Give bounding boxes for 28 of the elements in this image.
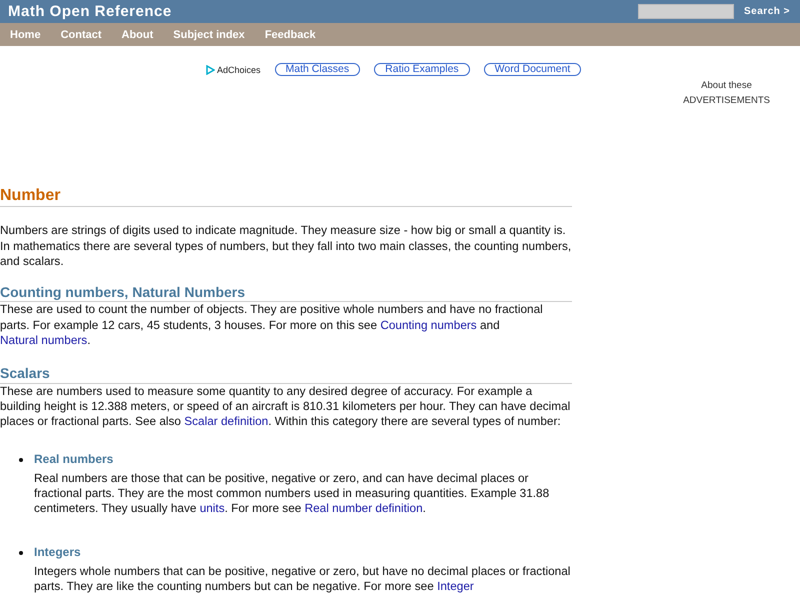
paragraph: Numbers are strings of digits used to indicate magnitude. They measure size - how big or small a quantity is. In mathematics there are several types of numbers, but they fall into two main classes, the counting numbers, and scalars. xyxy=(0,223,572,270)
paragraph: These are numbers used to measure some quantity to any desired degree of accuracy. For example a building height is 12.388 meters, or speed of an aircraft is 810.31 kilometers per hour. They can have decimal places or fractional parts. See also Scalar definition. Within this category there are several types of number: xyxy=(0,384,572,430)
site-title: Math Open Reference xyxy=(8,3,172,20)
text-link[interactable]: Natural numbers xyxy=(0,333,88,348)
item-heading: Real numbers xyxy=(34,452,114,467)
adchoices-icon[interactable] xyxy=(206,64,215,74)
advertisements-label: ADVERTISEMENTS xyxy=(683,95,770,106)
page-heading: Number xyxy=(0,188,572,208)
paragraph: Real numbers are those that can be positive, negative or zero, and can have decimal places or fractional parts. They are the most common numbers used in measuring quantities. Example 31.88 centimeters. They usually have units. For more see Real number definition. xyxy=(34,470,550,517)
text-link[interactable]: Integer xyxy=(437,579,474,594)
text-link[interactable]: units xyxy=(200,501,225,516)
bullet xyxy=(19,550,23,555)
bullet xyxy=(19,458,23,462)
search-field[interactable] xyxy=(638,4,734,19)
paragraph: These are used to count the number of objects. They are positive whole numbers and have no fractional parts. For example 12 cars, 45 students, 3 houses. For more on this see Counting numbers and Natural numbers. xyxy=(0,302,544,348)
paragraph: Integers whole numbers that can be positive, negative or zero, but have no decimal places or fractional parts. They are like the counting numbers but can be negative. For more see Integer xyxy=(34,564,572,595)
adchoices-label[interactable]: AdChoices xyxy=(217,64,261,74)
text-link[interactable]: Real number definition xyxy=(304,501,423,516)
ad-link[interactable]: Ratio Examples xyxy=(374,63,470,76)
search-button[interactable]: Search > xyxy=(742,6,792,17)
text-link[interactable]: Counting numbers xyxy=(380,318,477,332)
about-ads-text: About these xyxy=(700,80,753,91)
ad-link[interactable]: Word Document xyxy=(484,63,582,76)
section-heading: Counting numbers, Natural Numbers xyxy=(0,285,572,302)
section-heading: Scalars xyxy=(0,366,572,384)
text-link[interactable]: Scalar definition xyxy=(184,414,268,428)
ad-link[interactable]: Math Classes xyxy=(274,63,360,76)
item-heading: Integers xyxy=(34,544,82,560)
